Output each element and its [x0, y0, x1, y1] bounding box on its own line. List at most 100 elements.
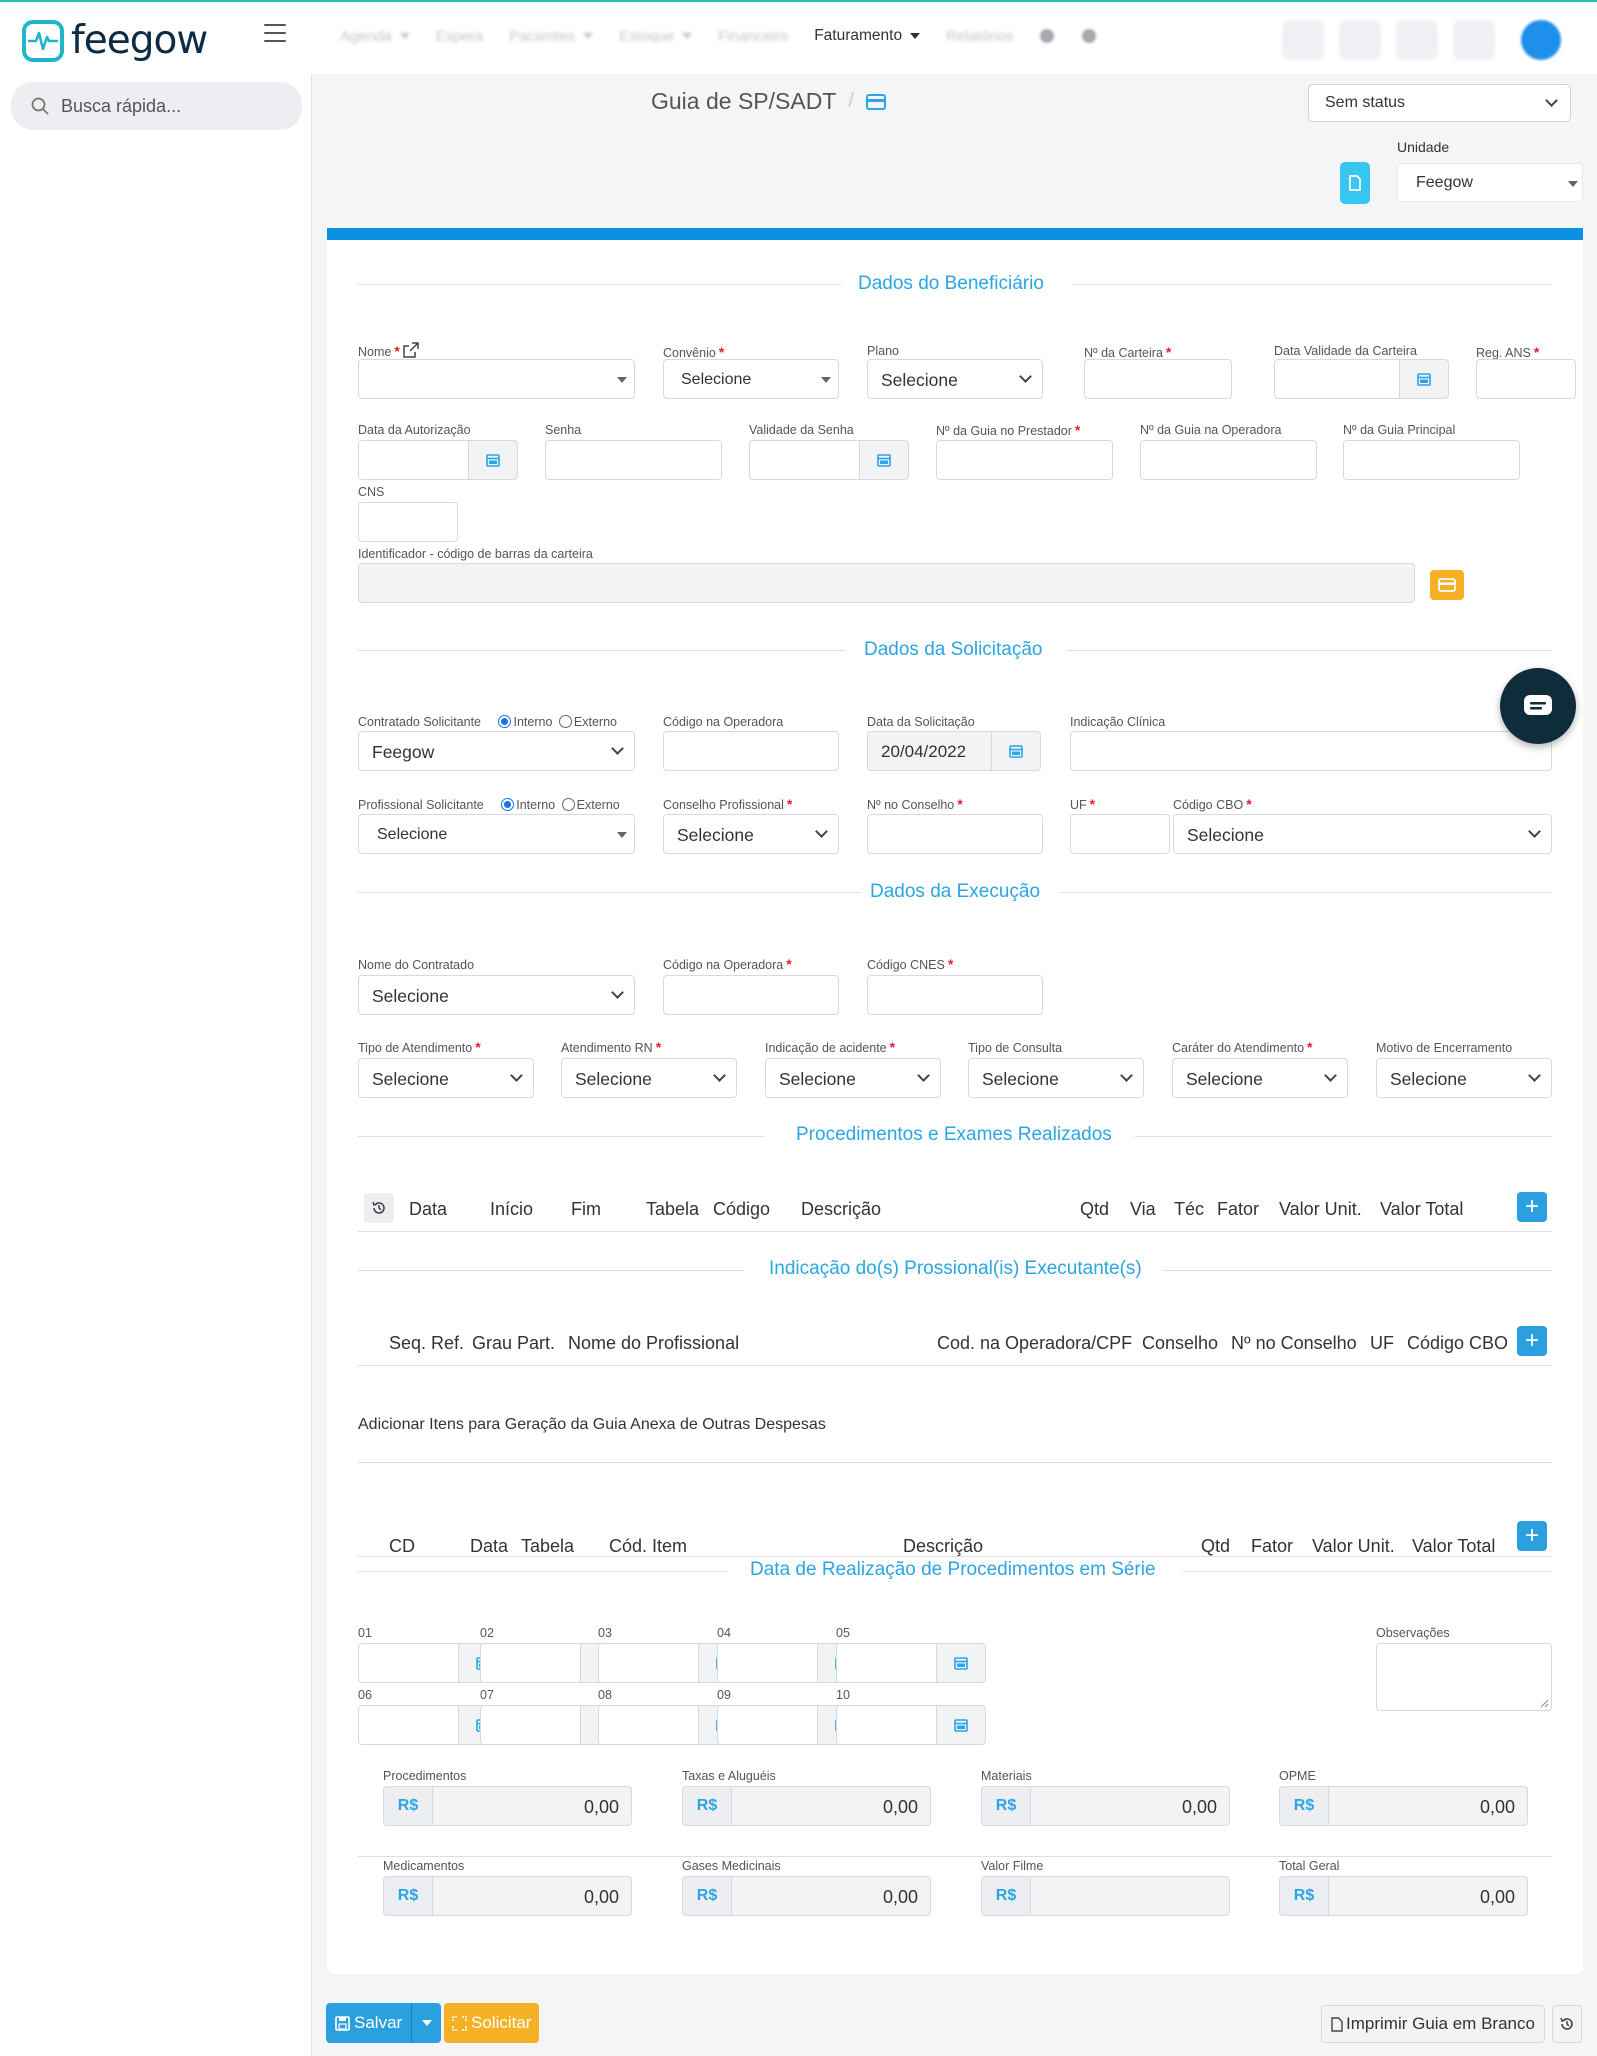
serie-date-input[interactable] — [358, 1705, 459, 1745]
guia-prestador-input[interactable] — [936, 440, 1113, 480]
toolbar-icon-4[interactable] — [1453, 20, 1495, 60]
serie-date-input[interactable] — [717, 1705, 818, 1745]
chat-button[interactable] — [1500, 668, 1576, 744]
radio-interno-prof[interactable] — [501, 798, 515, 811]
nav-relatorios[interactable]: Relatórios — [946, 28, 1014, 45]
currency-prefix: R$ — [1279, 1786, 1329, 1826]
contratado-solicitante-select[interactable]: Feegow — [358, 731, 635, 771]
calendar-icon[interactable] — [468, 440, 518, 480]
radio-interno[interactable] — [498, 715, 512, 728]
salvar-button[interactable]: Salvar — [326, 2003, 442, 2043]
codigo-operadora-exec-input[interactable] — [663, 975, 839, 1015]
nav-extra-icon-2[interactable] — [1081, 29, 1096, 43]
validade-senha-input[interactable] — [749, 440, 860, 480]
serie-date-input[interactable] — [480, 1643, 581, 1683]
barcode-card-button[interactable] — [1430, 570, 1464, 600]
validade-carteira-input[interactable] — [1274, 359, 1400, 399]
serie-date-input[interactable] — [480, 1705, 581, 1745]
calendar-icon[interactable] — [859, 440, 909, 480]
user-avatar[interactable] — [1521, 20, 1561, 60]
serie-date-input[interactable] — [598, 1643, 699, 1683]
calendar-icon[interactable] — [936, 1643, 986, 1683]
radio-externo[interactable] — [558, 715, 572, 728]
serie-date-input[interactable] — [836, 1643, 937, 1683]
atendimento-rn-select[interactable]: Selecione — [561, 1058, 737, 1098]
total-procedimentos-value[interactable]: 0,00 — [433, 1786, 632, 1826]
calendar-icon[interactable] — [936, 1705, 986, 1745]
nome-select[interactable] — [358, 359, 635, 399]
total-materiais-value[interactable]: 0,00 — [1031, 1786, 1230, 1826]
uf-input[interactable] — [1070, 814, 1170, 854]
feegow-logo[interactable]: feegow — [22, 18, 208, 63]
total-medicamentos-value[interactable]: 0,00 — [433, 1876, 632, 1916]
identificador-input[interactable] — [358, 563, 1415, 603]
tipo-atendimento-select[interactable]: Selecione — [358, 1058, 534, 1098]
status-select[interactable]: Sem status — [1308, 84, 1571, 122]
codigo-cnes-input[interactable] — [867, 975, 1043, 1015]
cns-input[interactable] — [358, 502, 458, 542]
reg-ans-input[interactable] — [1476, 359, 1576, 399]
convenio-select[interactable]: Selecione — [663, 359, 839, 399]
label-codigo-cnes: Código CNES * — [867, 956, 954, 972]
nav-espera[interactable]: Espera — [436, 28, 484, 45]
data-solicitacao-input[interactable]: 20/04/2022 — [867, 731, 992, 771]
conselho-profissional-select[interactable]: Selecione — [663, 814, 839, 854]
nav-extra-icon[interactable] — [1039, 29, 1054, 43]
document-button[interactable] — [1340, 162, 1370, 204]
serie-date-input[interactable] — [717, 1643, 818, 1683]
toolbar-icon-2[interactable] — [1339, 20, 1381, 60]
data-autorizacao-input[interactable] — [358, 440, 469, 480]
unidade-select[interactable]: Feegow — [1397, 163, 1583, 202]
col-uf: UF — [1370, 1333, 1394, 1353]
observacoes-textarea[interactable] — [1376, 1643, 1552, 1711]
serie-date-input[interactable] — [836, 1705, 937, 1745]
n-conselho-input[interactable] — [867, 814, 1043, 854]
tipo-consulta-select[interactable]: Selecione — [968, 1058, 1144, 1098]
motivo-encerramento-select[interactable]: Selecione — [1376, 1058, 1552, 1098]
carater-atendimento-select[interactable]: Selecione — [1172, 1058, 1348, 1098]
nav-estoque[interactable]: Estoque — [619, 28, 693, 45]
guia-operadora-input[interactable] — [1140, 440, 1317, 480]
codigo-operadora-sol-input[interactable] — [663, 731, 839, 771]
calendar-icon[interactable] — [991, 731, 1041, 771]
nav-faturamento[interactable]: Faturamento — [814, 27, 921, 45]
guia-principal-input[interactable] — [1343, 440, 1520, 480]
menu-toggle-icon[interactable] — [264, 24, 286, 44]
quick-search-input[interactable]: Busca rápida... — [11, 82, 302, 130]
imprimir-guia-button[interactable]: Imprimir Guia em Branco — [1321, 2005, 1545, 2043]
total-taxas-e-alugueis-value[interactable]: 0,00 — [732, 1786, 931, 1826]
total-opme-value[interactable]: 0,00 — [1329, 1786, 1528, 1826]
salvar-dropdown-toggle[interactable] — [411, 2003, 442, 2043]
external-link-icon[interactable] — [403, 342, 420, 358]
nome-contratado-select[interactable]: Selecione — [358, 975, 635, 1015]
indicacao-acidente-select[interactable]: Selecione — [765, 1058, 941, 1098]
total-valor-filme-value[interactable] — [1031, 1876, 1230, 1916]
profissional-solicitante-select[interactable]: Selecione — [358, 814, 635, 854]
total-gases-medicinais-value[interactable]: 0,00 — [732, 1876, 931, 1916]
nav-financeiro[interactable]: Financeiro — [718, 28, 788, 45]
nav-agenda[interactable]: Agenda — [340, 28, 410, 45]
total-total-geral-value[interactable]: 0,00 — [1329, 1876, 1528, 1916]
codigo-cbo-select[interactable]: Selecione — [1173, 814, 1552, 854]
serie-date-input[interactable] — [598, 1705, 699, 1745]
radio-externo-prof[interactable] — [561, 798, 575, 811]
label-serie-date: 10 — [836, 1688, 850, 1702]
col-desp-qtd: Qtd — [1201, 1536, 1231, 1556]
senha-input[interactable] — [545, 440, 722, 480]
add-profissional-button[interactable]: + — [1517, 1326, 1547, 1356]
carteira-input[interactable] — [1084, 359, 1232, 399]
history-button[interactable] — [364, 1193, 394, 1223]
toolbar-icon-1[interactable] — [1282, 20, 1324, 60]
add-procedimento-button[interactable]: + — [1517, 1192, 1547, 1222]
toolbar-icon-3[interactable] — [1396, 20, 1438, 60]
history-button-footer[interactable] — [1552, 2005, 1582, 2043]
plano-select[interactable]: Selecione — [867, 359, 1043, 399]
add-despesa-button[interactable]: + — [1517, 1521, 1547, 1551]
nav-pacientes[interactable]: Pacientes — [509, 28, 594, 45]
solicitar-button[interactable]: Solicitar — [444, 2003, 540, 2043]
label-serie-date: 06 — [358, 1688, 372, 1702]
calendar-icon[interactable] — [1399, 359, 1449, 399]
indicacao-clinica-input[interactable] — [1070, 731, 1552, 771]
serie-date-input[interactable] — [358, 1643, 459, 1683]
top-bar: feegow Agenda Espera Pacientes Estoque F… — [0, 2, 1597, 74]
